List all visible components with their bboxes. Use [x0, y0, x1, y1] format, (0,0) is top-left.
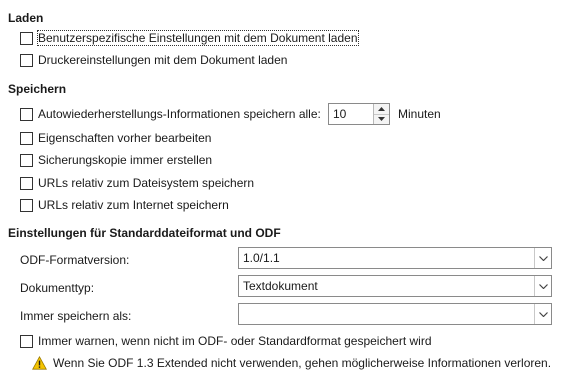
backup-copy-label: Sicherungskopie immer erstellen — [38, 153, 213, 167]
relative-filesystem-option[interactable]: URLs relativ zum Dateisystem speichern — [20, 175, 254, 191]
load-user-settings-checkbox[interactable] — [20, 31, 33, 45]
always-save-as-arrow[interactable] — [534, 304, 551, 324]
always-warn-checkbox[interactable] — [20, 334, 33, 348]
document-type-arrow[interactable] — [534, 276, 551, 296]
warning-icon — [32, 356, 47, 370]
caret-up-icon — [378, 106, 385, 111]
autorecovery-checkbox[interactable] — [20, 107, 33, 121]
load-printer-settings-option[interactable]: Druckereinstellungen mit dem Dokument la… — [20, 52, 287, 68]
load-printer-settings-label: Druckereinstellungen mit dem Dokument la… — [38, 53, 288, 67]
odf-warning-text: Wenn Sie ODF 1.3 Extended nicht verwende… — [53, 356, 552, 370]
edit-properties-checkbox[interactable] — [20, 131, 33, 145]
backup-copy-checkbox[interactable] — [20, 153, 33, 167]
always-save-as-dropdown[interactable] — [238, 303, 552, 325]
caret-down-icon — [378, 117, 385, 122]
load-user-settings-label: Benutzerspezifische Einstellungen mit de… — [37, 30, 359, 46]
always-warn-option[interactable]: Immer warnen, wenn nicht im ODF- oder St… — [20, 333, 432, 349]
chevron-down-icon — [538, 311, 548, 317]
relative-internet-option[interactable]: URLs relativ zum Internet speichern — [20, 197, 229, 213]
relative-internet-checkbox[interactable] — [20, 198, 33, 212]
odf-version-value: 1.0/1.1 — [243, 251, 280, 265]
chevron-down-icon — [538, 255, 548, 261]
relative-filesystem-checkbox[interactable] — [20, 176, 33, 190]
save-section-title: Speichern — [8, 82, 67, 96]
odf-warning: Wenn Sie ODF 1.3 Extended nicht verwende… — [32, 356, 551, 370]
always-save-as-label: Immer speichern als: — [20, 309, 132, 323]
odf-version-arrow[interactable] — [534, 248, 551, 268]
load-user-settings-option[interactable]: Benutzerspezifische Einstellungen mit de… — [20, 30, 359, 46]
odf-version-label: ODF-Formatversion: — [20, 253, 130, 267]
autorecovery-minutes-spinner[interactable]: 10 — [328, 103, 390, 125]
edit-properties-label: Eigenschaften vorher bearbeiten — [38, 131, 212, 145]
document-type-dropdown[interactable]: Textdokument — [238, 275, 552, 297]
load-printer-settings-checkbox[interactable] — [20, 53, 33, 67]
spin-up-button[interactable] — [374, 104, 389, 114]
spin-down-button[interactable] — [374, 113, 389, 124]
edit-properties-option[interactable]: Eigenschaften vorher bearbeiten — [20, 130, 211, 146]
autorecovery-unit-label: Minuten — [398, 107, 441, 121]
document-type-value: Textdokument — [243, 279, 318, 293]
autorecovery-option[interactable]: Autowiederherstellungs-Informationen spe… — [20, 106, 321, 122]
default-format-section-title: Einstellungen für Standarddateiformat un… — [8, 226, 281, 240]
autorecovery-minutes-value[interactable]: 10 — [329, 104, 373, 124]
document-type-label: Dokumenttyp: — [20, 281, 95, 295]
chevron-down-icon — [538, 283, 548, 289]
backup-copy-option[interactable]: Sicherungskopie immer erstellen — [20, 152, 212, 168]
autorecovery-label: Autowiederherstellungs-Informationen spe… — [38, 107, 321, 121]
always-warn-label: Immer warnen, wenn nicht im ODF- oder St… — [38, 334, 432, 348]
relative-internet-label: URLs relativ zum Internet speichern — [38, 198, 229, 212]
relative-filesystem-label: URLs relativ zum Dateisystem speichern — [38, 176, 255, 190]
load-section-title: Laden — [8, 11, 44, 25]
odf-version-dropdown[interactable]: 1.0/1.1 — [238, 247, 552, 269]
